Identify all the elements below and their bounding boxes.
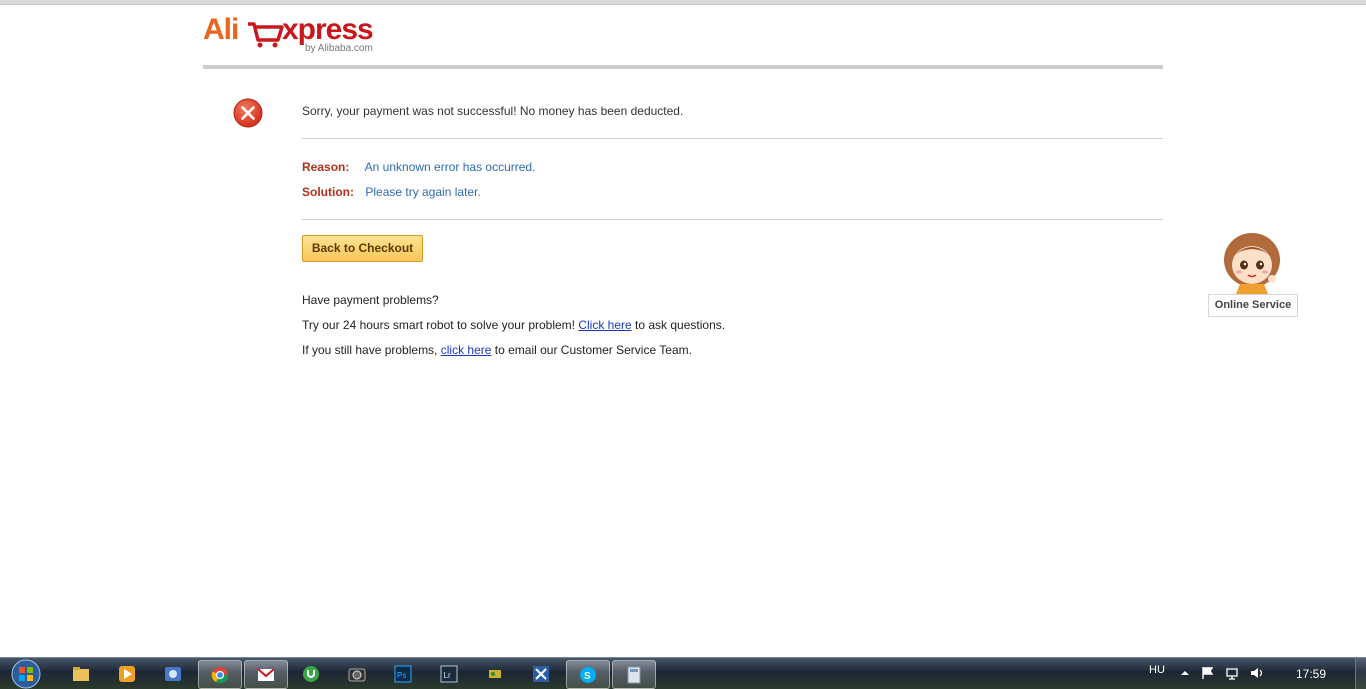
help-email-line: If you still have problems, click here t… [302,343,692,357]
photoshop-icon: Ps [394,665,412,683]
taskbar-mail[interactable] [244,660,288,689]
support-avatar-icon [1224,233,1280,294]
taskbar-calculator[interactable] [612,660,656,689]
online-service-label: Online Service [1208,294,1298,317]
help-robot-line: Try our 24 hours smart robot to solve yo… [302,318,725,332]
volume-icon[interactable] [1250,666,1264,680]
email-click-here-link[interactable]: click here [441,343,492,357]
taskbar-photo-gallery[interactable] [152,660,194,687]
taskbar-media-player[interactable] [106,660,148,687]
svg-text:S: S [584,671,591,682]
skype-icon: S [580,667,596,683]
solution-value: Please try again later. [365,185,481,199]
taskbar-camera[interactable] [336,660,378,687]
divider [302,219,1163,220]
taskbar-excel[interactable] [520,660,562,687]
language-indicator[interactable]: HU [1149,664,1165,676]
explorer-icon [73,667,89,681]
reason-row: Reason: An unknown error has occurred. [302,160,535,174]
back-to-checkout-button[interactable]: Back to Checkout [302,235,423,262]
taskbar-game[interactable] [474,660,516,687]
photo-gallery-icon [165,667,181,681]
show-hidden-icons-icon[interactable] [1178,666,1192,680]
svg-text:Ps: Ps [397,671,406,680]
solution-row: Solution: Please try again later. [302,185,481,199]
utorrent-icon [303,666,319,682]
chrome-icon [211,667,229,684]
error-message: Sorry, your payment was not successful! … [302,104,684,118]
logo-byline: by Alibaba.com [305,43,373,54]
game-icon [489,670,501,678]
help-heading: Have payment problems? [302,293,439,307]
help-email-text-after: to email our Customer Service Team. [491,343,692,357]
robot-click-here-link[interactable]: Click here [578,318,631,332]
taskbar-lightroom[interactable]: Lr [428,660,470,687]
start-orb-icon[interactable] [6,658,46,689]
camera-icon [348,668,366,682]
header-divider [203,65,1163,69]
solution-label: Solution: [302,185,354,199]
aliexpress-logo[interactable]: Ali xpress by Alibaba.com [203,12,383,58]
windows-taskbar: Ps Lr S HU 17:59 [0,657,1366,689]
media-player-icon [119,666,135,682]
taskbar-utorrent[interactable] [290,660,332,687]
lightroom-icon: Lr [440,665,458,683]
taskbar-skype[interactable]: S [566,660,610,689]
taskbar-photoshop[interactable]: Ps [382,660,424,687]
error-icon [233,98,263,128]
help-robot-text: Try our 24 hours smart robot to solve yo… [302,318,579,332]
browser-top-edge [0,0,1366,5]
help-robot-text-after: to ask questions. [631,318,726,332]
cart-logo-icon [248,22,284,48]
mail-icon [257,668,275,681]
excel-icon [533,666,549,682]
reason-label: Reason: [302,160,350,174]
calculator-icon [627,666,641,684]
taskbar-chrome[interactable] [198,660,242,689]
taskbar-explorer[interactable] [60,660,102,687]
online-service-widget[interactable]: Online Service [1208,232,1298,317]
action-center-flag-icon[interactable] [1201,666,1215,680]
help-email-text: If you still have problems, [302,343,441,357]
network-icon[interactable] [1226,666,1240,680]
divider [302,138,1163,139]
logo-text-ali: Ali [203,13,239,46]
svg-text:Lr: Lr [444,671,451,680]
taskbar-clock[interactable]: 17:59 [1296,667,1326,681]
reason-value: An unknown error has occurred. [364,160,536,174]
show-desktop-button[interactable] [1355,658,1366,689]
